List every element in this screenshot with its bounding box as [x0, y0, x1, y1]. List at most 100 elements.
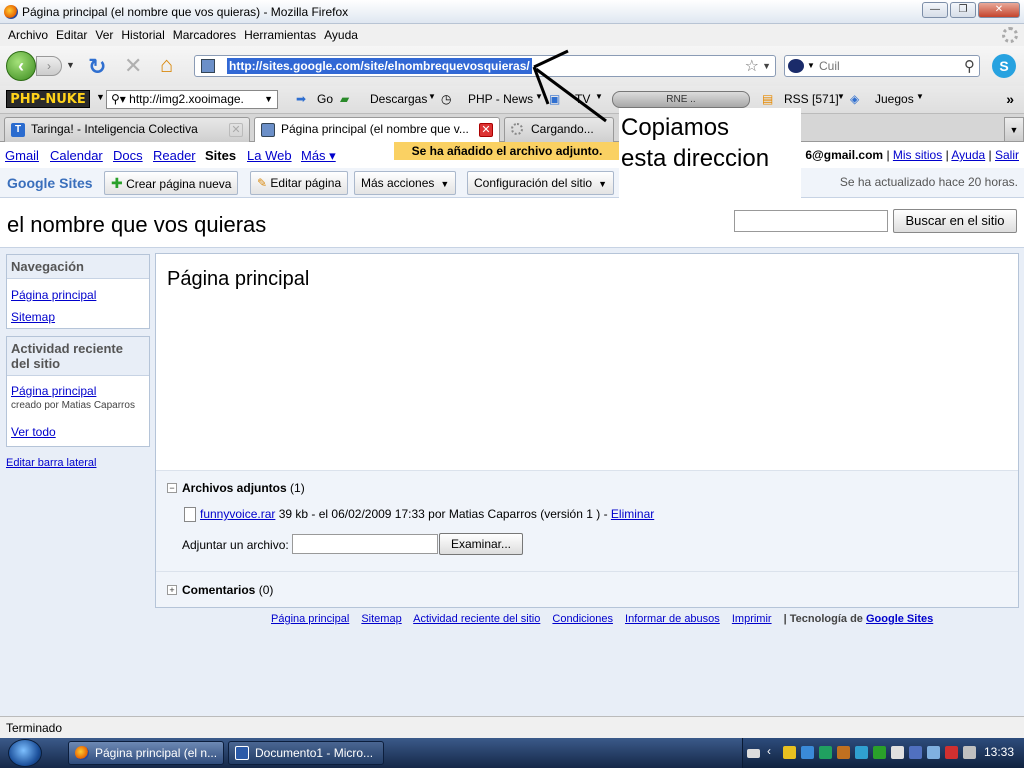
search-input[interactable] [819, 59, 959, 73]
keyboard-icon[interactable] [747, 749, 760, 758]
juegos-menu[interactable]: Juegos [875, 92, 914, 106]
chevron-right-icon[interactable]: » [1006, 91, 1014, 107]
gbar-reader-link[interactable]: Reader [153, 148, 196, 163]
gbar-web-link[interactable]: La Web [247, 148, 292, 163]
footer-google-sites-link[interactable]: Google Sites [866, 613, 933, 625]
taskbar-clock[interactable]: 13:33 [984, 745, 1014, 759]
menu-ver[interactable]: Ver [95, 28, 113, 42]
tray-app-icon[interactable] [909, 746, 922, 759]
gbar-docs-link[interactable]: Docs [113, 148, 143, 163]
help-link[interactable]: Ayuda [951, 148, 985, 162]
expand-comments-icon[interactable]: + [167, 585, 177, 595]
tray-app-icon[interactable] [945, 746, 958, 759]
skype-icon[interactable]: S [992, 54, 1016, 78]
stop-icon[interactable]: ✕ [124, 53, 142, 79]
menu-archivo[interactable]: Archivo [8, 28, 48, 42]
tab-taringa[interactable]: T Taringa! - Inteligencia Colectiva ✕ [4, 117, 250, 142]
close-window-button[interactable]: ✕ [978, 2, 1020, 18]
sidebar-link-sitemap[interactable]: Sitemap [7, 308, 149, 326]
edit-page-button[interactable]: ✎ Editar página [250, 171, 349, 195]
upload-file-input[interactable] [292, 534, 438, 554]
descargas-menu[interactable]: Descargas [370, 92, 427, 106]
search-engine-icon[interactable] [788, 59, 804, 73]
search-bar[interactable]: ▼ ⚲ [784, 55, 980, 77]
history-dropdown-icon[interactable]: ▼ [66, 60, 75, 70]
windows-taskbar: Página principal (el n... Documento1 - M… [0, 738, 1024, 768]
tray-app-icon[interactable] [891, 746, 904, 759]
collapse-attachments-icon[interactable]: − [167, 483, 177, 493]
url-dropdown-icon[interactable]: ▼ [762, 61, 771, 71]
pencil-icon: ✎ [257, 176, 268, 190]
footer-link-terms[interactable]: Condiciones [552, 613, 613, 625]
tray-app-icon[interactable] [819, 746, 832, 759]
home-icon[interactable]: ⌂ [160, 52, 173, 78]
attachment-file-link[interactable]: funnyvoice.rar [200, 507, 275, 521]
minimize-button[interactable]: — [922, 2, 948, 18]
sign-out-link[interactable]: Salir [995, 148, 1019, 162]
forward-button[interactable]: › [36, 56, 62, 76]
rss-dropdown-icon[interactable]: ▼ [837, 92, 845, 101]
go-arrow-icon[interactable]: ➡ [296, 92, 306, 106]
taskbar-word[interactable]: Documento1 - Micro... [228, 741, 384, 765]
menu-marcadores[interactable]: Marcadores [173, 28, 236, 42]
shield-icon[interactable] [783, 746, 796, 759]
delete-attachment-link[interactable]: Eliminar [611, 507, 654, 521]
back-button[interactable]: ‹ [6, 51, 36, 81]
footer-link-sitemap[interactable]: Sitemap [361, 613, 401, 625]
close-tab-icon[interactable]: ✕ [229, 123, 243, 137]
comments-header[interactable]: Comentarios (0) [182, 583, 273, 597]
tray-app-icon[interactable] [801, 746, 814, 759]
volume-icon[interactable] [963, 746, 976, 759]
edit-sidebar-link[interactable]: Editar barra lateral [6, 457, 97, 469]
footer-link-home[interactable]: Página principal [271, 613, 349, 625]
tab-pagina-principal[interactable]: Página principal (el nombre que v... ✕ [254, 117, 500, 143]
url-bar[interactable]: http://sites.google.com/site/elnombreque… [194, 55, 776, 77]
sidebar-link-home[interactable]: Página principal [7, 286, 149, 304]
menu-ayuda[interactable]: Ayuda [324, 28, 358, 42]
google-sites-logo[interactable]: Google Sites [7, 175, 93, 191]
combo-dropdown-icon[interactable]: ▼ [264, 91, 273, 108]
footer-link-report-abuse[interactable]: Informar de abusos [625, 613, 720, 625]
logo-dropdown-icon[interactable]: ▼ [96, 92, 105, 102]
start-button[interactable] [8, 739, 42, 767]
bookmark-star-icon[interactable]: ☆ [745, 56, 759, 76]
search-engine-dropdown-icon[interactable]: ▼ [807, 61, 815, 70]
tray-app-icon[interactable] [837, 746, 850, 759]
close-tab-icon[interactable]: ✕ [479, 123, 493, 137]
url-text[interactable]: http://sites.google.com/site/elnombreque… [227, 58, 532, 74]
search-icon[interactable]: ⚲ [964, 57, 975, 75]
tray-app-icon[interactable] [855, 746, 868, 759]
more-actions-button[interactable]: Más acciones ▼ [354, 171, 457, 195]
tabs-list-dropdown-icon[interactable]: ▼ [1004, 117, 1024, 142]
site-search-button[interactable]: Buscar en el sitio [893, 209, 1017, 233]
menu-herramientas[interactable]: Herramientas [244, 28, 316, 42]
footer-link-activity[interactable]: Actividad reciente del sitio [413, 613, 540, 625]
footer-link-print[interactable]: Imprimir [732, 613, 772, 625]
juegos-dropdown-icon[interactable]: ▼ [916, 92, 924, 101]
gbar-more-link[interactable]: Más ▾ [301, 148, 336, 164]
footer-tech-label: | Tecnología de [783, 613, 863, 625]
site-config-button[interactable]: Configuración del sitio ▼ [467, 171, 614, 195]
descargas-dropdown-icon[interactable]: ▼ [428, 92, 436, 101]
my-sites-link[interactable]: Mis sitios [893, 148, 942, 162]
menu-editar[interactable]: Editar [56, 28, 87, 42]
gbar-gmail-link[interactable]: Gmail [5, 148, 39, 163]
maximize-button[interactable]: ❐ [950, 2, 976, 18]
taskbar-firefox[interactable]: Página principal (el n... [68, 741, 224, 765]
browse-button[interactable]: Examinar... [439, 533, 523, 555]
network-icon[interactable] [927, 746, 940, 759]
tray-app-icon[interactable] [873, 746, 886, 759]
gbar-calendar-link[interactable]: Calendar [50, 148, 103, 163]
rss-menu[interactable]: RSS [571] [784, 92, 839, 106]
chevron-left-icon[interactable]: ‹ [767, 744, 780, 758]
menu-historial[interactable]: Historial [121, 28, 164, 42]
site-search-input[interactable] [734, 210, 888, 232]
toolbar-search-combo[interactable]: ⚲▾ http://img2.xooimage. ▼ [106, 90, 278, 109]
phpnuke-logo[interactable]: PHP-NUKE [6, 90, 90, 108]
reload-icon[interactable]: ↻ [88, 54, 106, 80]
radio-player[interactable]: RNE .. [612, 91, 750, 108]
go-button[interactable]: Go [317, 92, 333, 106]
view-all-link[interactable]: Ver todo [7, 423, 149, 441]
create-page-button[interactable]: ✚ Crear página nueva [104, 171, 239, 195]
activity-link-home[interactable]: Página principal [7, 382, 149, 400]
